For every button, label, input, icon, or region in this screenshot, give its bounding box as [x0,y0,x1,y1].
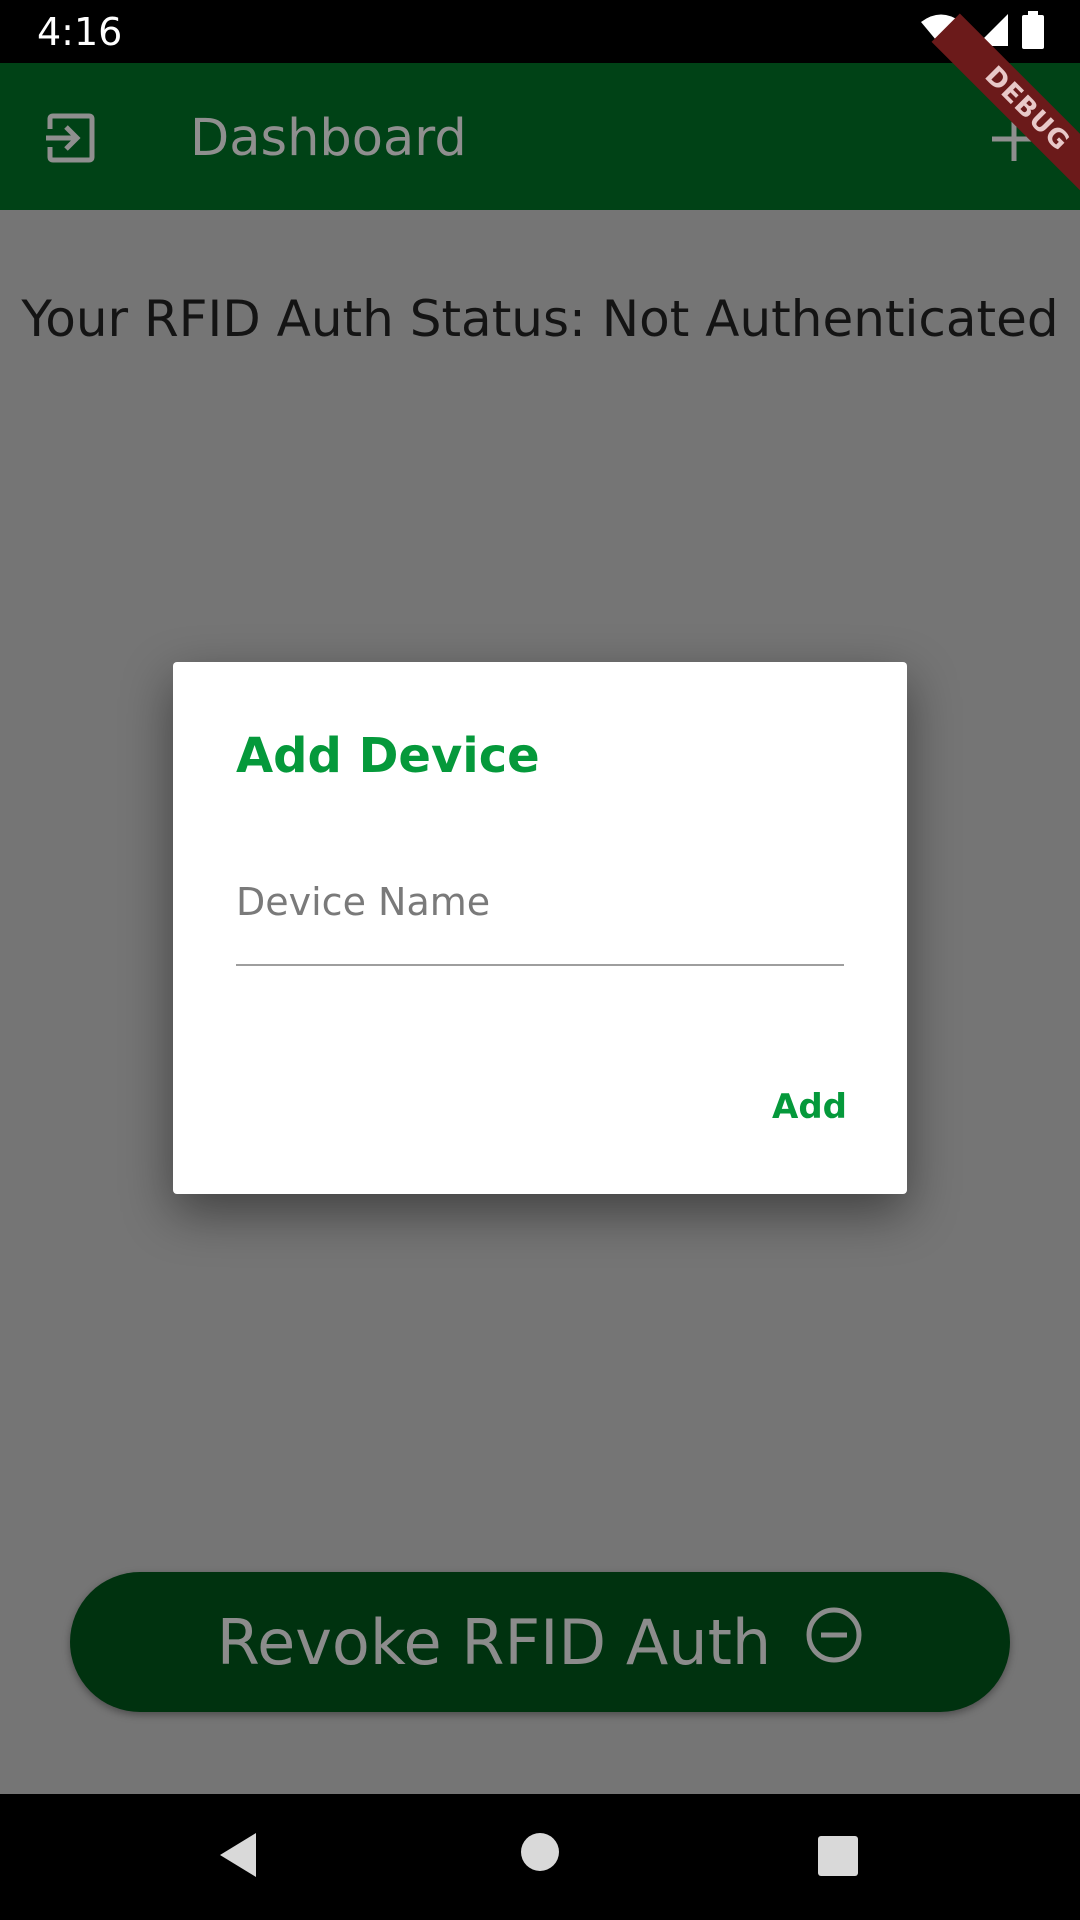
status-bar: 4:16 [0,0,1080,63]
device-name-input[interactable] [236,862,844,942]
home-icon[interactable] [520,1832,560,1877]
system-nav-bar [0,1794,1080,1920]
back-icon[interactable] [216,1830,260,1885]
add-device-dialog: Add Device Add [173,662,907,1194]
auth-status-text: Your RFID Auth Status: Not Authenticated [21,290,1059,348]
page-title: Dashboard [190,109,467,168]
revoke-button-label: Revoke RFID Auth [216,1605,772,1679]
battery-icon [1022,10,1044,54]
app-bar: Dashboard DEBUG [0,13,1080,210]
dialog-title: Add Device [236,728,540,784]
device-name-field-wrapper [236,862,844,966]
screen: 4:16 Dashboard DEBUG Your RFID Auth Stat… [0,0,1080,1920]
status-time: 4:16 [37,10,123,54]
minus-circle-icon [805,1606,863,1679]
dialog-add-button[interactable]: Add [772,1087,847,1127]
logout-icon[interactable] [44,111,98,165]
recents-icon[interactable] [818,1836,858,1881]
revoke-rfid-auth-button[interactable]: Revoke RFID Auth [70,1572,1010,1712]
